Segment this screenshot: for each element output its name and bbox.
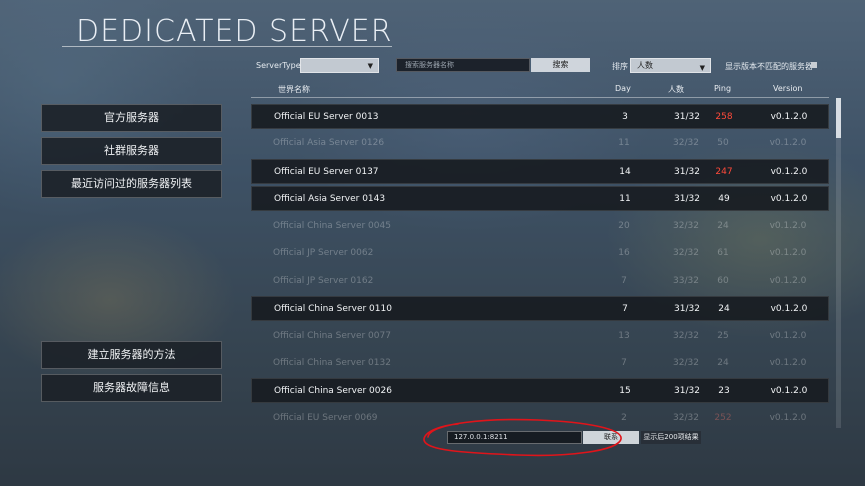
server-ping: 247 — [715, 167, 733, 177]
server-ping: 24 — [717, 221, 729, 231]
server-players: 32/32 — [673, 248, 699, 258]
table-row[interactable]: Official Asia Server 0126 11 32/32 50 v0… — [251, 131, 829, 156]
server-day: 7 — [621, 358, 627, 368]
server-name: Official China Server 0077 — [273, 331, 391, 341]
server-players: 32/32 — [673, 413, 699, 423]
server-ping: 25 — [717, 331, 729, 341]
server-ping: 60 — [717, 276, 729, 286]
server-players: 32/32 — [673, 358, 699, 368]
scrollbar-thumb[interactable] — [836, 98, 841, 138]
server-day: 14 — [619, 167, 631, 177]
server-day: 7 — [621, 276, 627, 286]
server-name: Official JP Server 0062 — [273, 248, 374, 258]
server-troubleshoot-button[interactable]: 服务器故障信息 — [41, 374, 222, 402]
server-name: Official JP Server 0162 — [273, 276, 374, 286]
chevron-down-icon: ▼ — [367, 62, 373, 70]
server-type-label: ServerType — [256, 61, 301, 70]
server-day: 15 — [619, 386, 631, 396]
server-players: 32/32 — [673, 221, 699, 231]
server-name: Official China Server 0045 — [273, 221, 391, 231]
table-row[interactable]: Official China Server 0110 7 31/32 24 v0… — [251, 296, 829, 321]
server-players: 31/32 — [674, 167, 700, 177]
header-name: 世界名称 — [278, 85, 310, 94]
table-row[interactable]: Official JP Server 0162 7 33/32 60 v0.1.… — [251, 269, 829, 294]
server-ping: 24 — [717, 358, 729, 368]
server-name: Official China Server 0026 — [274, 386, 392, 396]
recent-servers-button[interactable]: 最近访问过的服务器列表 — [41, 170, 222, 198]
table-row[interactable]: Official China Server 0026 15 31/32 23 v… — [251, 378, 829, 403]
server-version: v0.1.2.0 — [769, 331, 807, 341]
server-version: v0.1.2.0 — [769, 138, 807, 148]
show-mismatch-label: 显示版本不匹配的服务器 — [725, 62, 813, 71]
server-players: 32/32 — [673, 331, 699, 341]
server-ping: 50 — [717, 138, 729, 148]
server-name: Official EU Server 0069 — [273, 413, 378, 423]
server-ping: 252 — [714, 413, 732, 423]
header-players: 人数 — [668, 85, 684, 94]
header-version: Version — [773, 84, 803, 93]
server-name: Official China Server 0110 — [274, 304, 392, 314]
server-players: 31/32 — [674, 194, 700, 204]
search-button[interactable]: 搜索 — [531, 58, 590, 72]
server-name: Official China Server 0132 — [273, 358, 391, 368]
server-version: v0.1.2.0 — [769, 221, 807, 231]
server-ping: 24 — [718, 304, 730, 314]
sort-label: 排序 — [612, 62, 628, 71]
server-ping: 49 — [718, 194, 730, 204]
server-day: 7 — [622, 304, 628, 314]
server-version: v0.1.2.0 — [770, 304, 808, 314]
table-row[interactable]: Official EU Server 0137 14 31/32 247 v0.… — [251, 159, 829, 184]
table-header-divider — [251, 97, 829, 98]
server-ping: 23 — [718, 386, 730, 396]
server-day: 20 — [618, 221, 630, 231]
server-players: 31/32 — [674, 112, 700, 122]
server-players: 31/32 — [674, 304, 700, 314]
official-servers-button[interactable]: 官方服务器 — [41, 104, 222, 132]
server-version: v0.1.2.0 — [770, 167, 808, 177]
header-ping: Ping — [714, 84, 732, 93]
how-to-build-server-button[interactable]: 建立服务器的方法 — [41, 341, 222, 369]
server-version: v0.1.2.0 — [769, 413, 807, 423]
server-version: v0.1.2.0 — [770, 112, 808, 122]
table-row[interactable]: Official JP Server 0062 16 32/32 61 v0.1… — [251, 241, 829, 266]
server-players: 31/32 — [674, 386, 700, 396]
chevron-down-icon: ▼ — [699, 64, 705, 72]
table-row[interactable]: Official China Server 0077 13 32/32 25 v… — [251, 324, 829, 349]
server-version: v0.1.2.0 — [769, 276, 807, 286]
header-day: Day — [615, 84, 631, 93]
sort-value: 人数 — [637, 61, 653, 70]
server-version: v0.1.2.0 — [770, 386, 808, 396]
server-day: 3 — [622, 112, 628, 122]
page-title: DEDICATED SERVER — [76, 14, 393, 49]
red-circle-annotation — [423, 418, 622, 457]
server-type-dropdown[interactable]: ▼ — [300, 58, 379, 73]
server-ping: 61 — [717, 248, 729, 258]
server-version: v0.1.2.0 — [769, 358, 807, 368]
server-name: Official Asia Server 0126 — [273, 138, 385, 148]
server-version: v0.1.2.0 — [770, 194, 808, 204]
server-players: 33/32 — [673, 276, 699, 286]
table-row[interactable]: Official China Server 0132 7 32/32 24 v0… — [251, 351, 829, 376]
server-name: Official Asia Server 0143 — [274, 194, 386, 204]
server-name: Official EU Server 0013 — [274, 112, 379, 122]
server-ping: 258 — [715, 112, 733, 122]
server-players: 32/32 — [673, 138, 699, 148]
show-more-results-button[interactable]: 显示后200项结果 — [641, 431, 701, 444]
server-version: v0.1.2.0 — [769, 248, 807, 258]
show-mismatch-checkbox[interactable] — [811, 62, 817, 68]
search-input[interactable]: 搜索服务器名称 — [396, 58, 530, 72]
server-list-scrollbar[interactable] — [836, 98, 841, 428]
server-day: 16 — [618, 248, 630, 258]
table-row[interactable]: Official Asia Server 0143 11 31/32 49 v0… — [251, 186, 829, 211]
server-day: 13 — [618, 331, 630, 341]
table-row[interactable]: Official China Server 0045 20 32/32 24 v… — [251, 214, 829, 239]
server-name: Official EU Server 0137 — [274, 167, 379, 177]
title-divider — [62, 46, 392, 47]
sort-dropdown[interactable]: 人数 ▼ — [630, 58, 711, 73]
server-day: 11 — [619, 194, 631, 204]
server-day: 11 — [618, 138, 630, 148]
table-row[interactable]: Official EU Server 0013 3 31/32 258 v0.1… — [251, 104, 829, 129]
community-servers-button[interactable]: 社群服务器 — [41, 137, 222, 165]
